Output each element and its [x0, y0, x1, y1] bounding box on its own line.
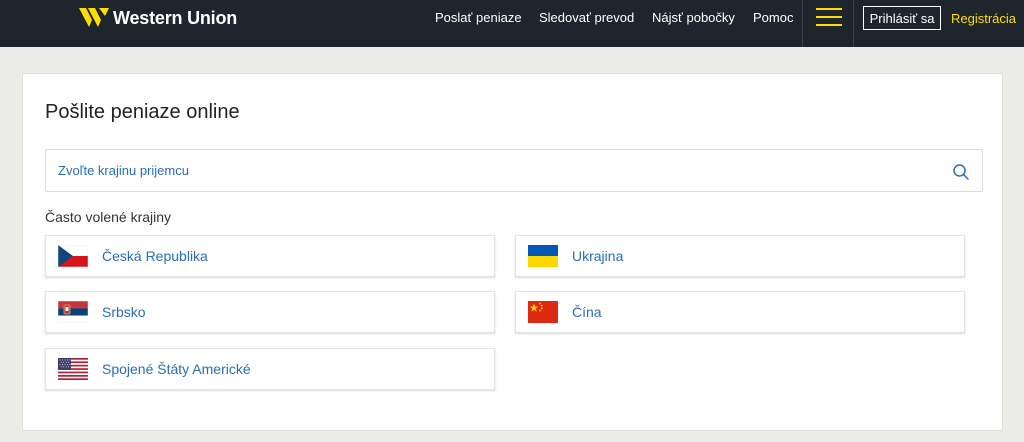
- search-icon[interactable]: [952, 163, 970, 181]
- czech-flag-icon: [58, 245, 88, 267]
- serbia-flag-icon: [58, 301, 88, 323]
- nav-track-transfer[interactable]: Sledovať prevod: [539, 10, 634, 25]
- country-option-ukraine[interactable]: Ukrajina: [515, 235, 965, 277]
- country-name: Srbsko: [102, 304, 146, 320]
- menu-container: [802, 0, 854, 47]
- country-name: Čína: [572, 304, 602, 320]
- login-button[interactable]: Prihlásiť sa: [863, 6, 941, 30]
- country-name: Česká Republika: [102, 248, 208, 264]
- send-money-card: Pošlite peniaze online Často volené kraj…: [22, 73, 1003, 431]
- main-nav: Poslať peniaze Sledovať prevod Nájsť pob…: [0, 0, 800, 34]
- nav-find-locations[interactable]: Nájsť pobočky: [652, 10, 735, 25]
- hamburger-menu-icon[interactable]: [816, 6, 842, 28]
- popular-countries-label: Často volené krajiny: [45, 209, 172, 225]
- usa-flag-icon: [58, 358, 88, 380]
- country-name: Spojené Štáty Americké: [102, 361, 251, 377]
- page-title: Pošlite peniaze online: [45, 101, 240, 123]
- country-search-box[interactable]: [45, 149, 983, 192]
- country-option-czech-republic[interactable]: Česká Republika: [45, 235, 495, 277]
- site-header: Western Union Poslať peniaze Sledovať pr…: [0, 0, 1024, 47]
- nav-help[interactable]: Pomoc: [753, 10, 793, 25]
- country-search-input[interactable]: [58, 150, 938, 191]
- register-link[interactable]: Registrácia: [951, 11, 1016, 26]
- nav-send-money[interactable]: Poslať peniaze: [435, 10, 522, 25]
- country-option-usa[interactable]: Spojené Štáty Americké: [45, 348, 495, 390]
- country-option-serbia[interactable]: Srbsko: [45, 291, 495, 333]
- country-option-china[interactable]: Čína: [515, 291, 965, 333]
- ukraine-flag-icon: [528, 245, 558, 267]
- country-name: Ukrajina: [572, 248, 624, 264]
- china-flag-icon: [528, 301, 558, 323]
